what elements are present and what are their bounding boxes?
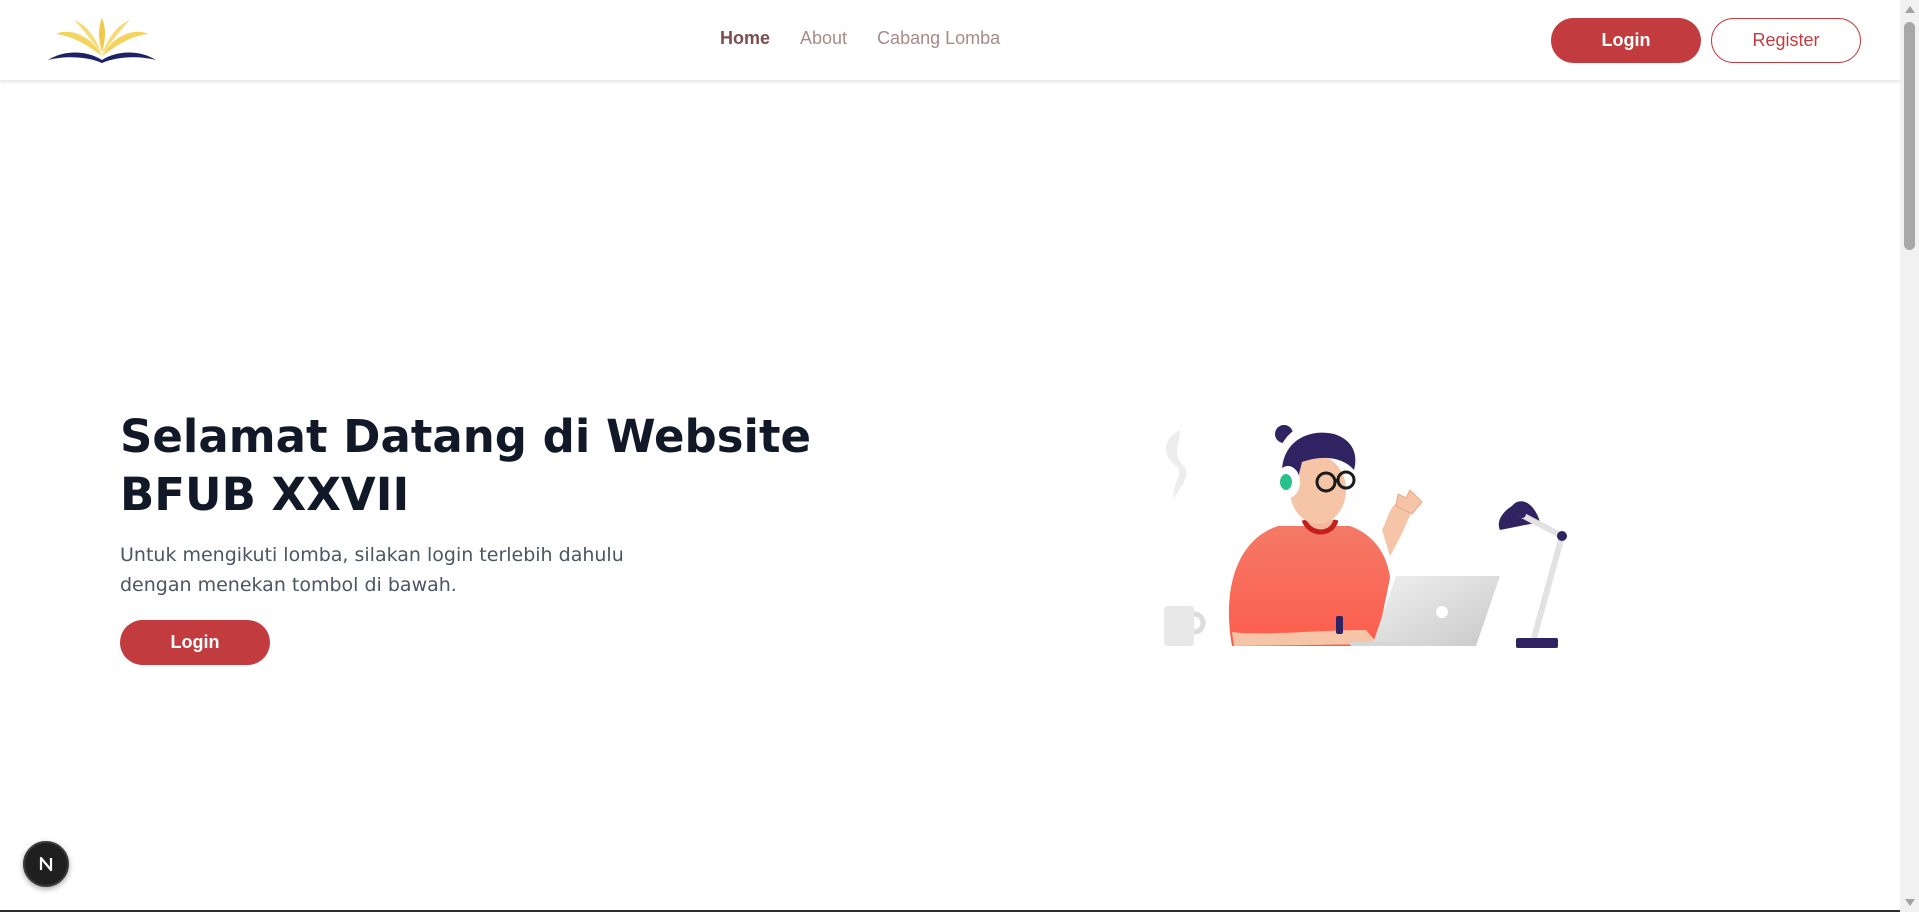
header-register-button[interactable]: Register <box>1711 18 1861 63</box>
main-nav: Home About Cabang Lomba <box>720 28 1000 49</box>
nav-cabang-lomba-link[interactable]: Cabang Lomba <box>877 28 1000 49</box>
scrollbar-thumb[interactable] <box>1904 22 1915 250</box>
nav-about-link[interactable]: About <box>800 28 847 49</box>
scroll-up-arrow-icon[interactable] <box>1905 6 1915 13</box>
person-with-laptop-illustration-icon <box>1164 421 1567 648</box>
scroll-down-arrow-icon[interactable] <box>1905 899 1915 906</box>
hero-title: Selamat Datang di Website BFUB XXVII <box>120 410 811 521</box>
page-scrollbar[interactable] <box>1900 0 1919 912</box>
nav-home-link[interactable]: Home <box>720 28 770 49</box>
nextjs-devtools-badge[interactable] <box>23 841 69 887</box>
site-header: Home About Cabang Lomba Login Register <box>0 0 1900 81</box>
hero-subtitle: Untuk mengikuti lomba, silakan login ter… <box>120 544 624 596</box>
hero-login-button[interactable]: Login <box>120 620 270 665</box>
book-flower-logo-icon[interactable] <box>46 16 158 64</box>
header-login-button[interactable]: Login <box>1551 18 1701 63</box>
nextjs-icon <box>39 856 53 872</box>
